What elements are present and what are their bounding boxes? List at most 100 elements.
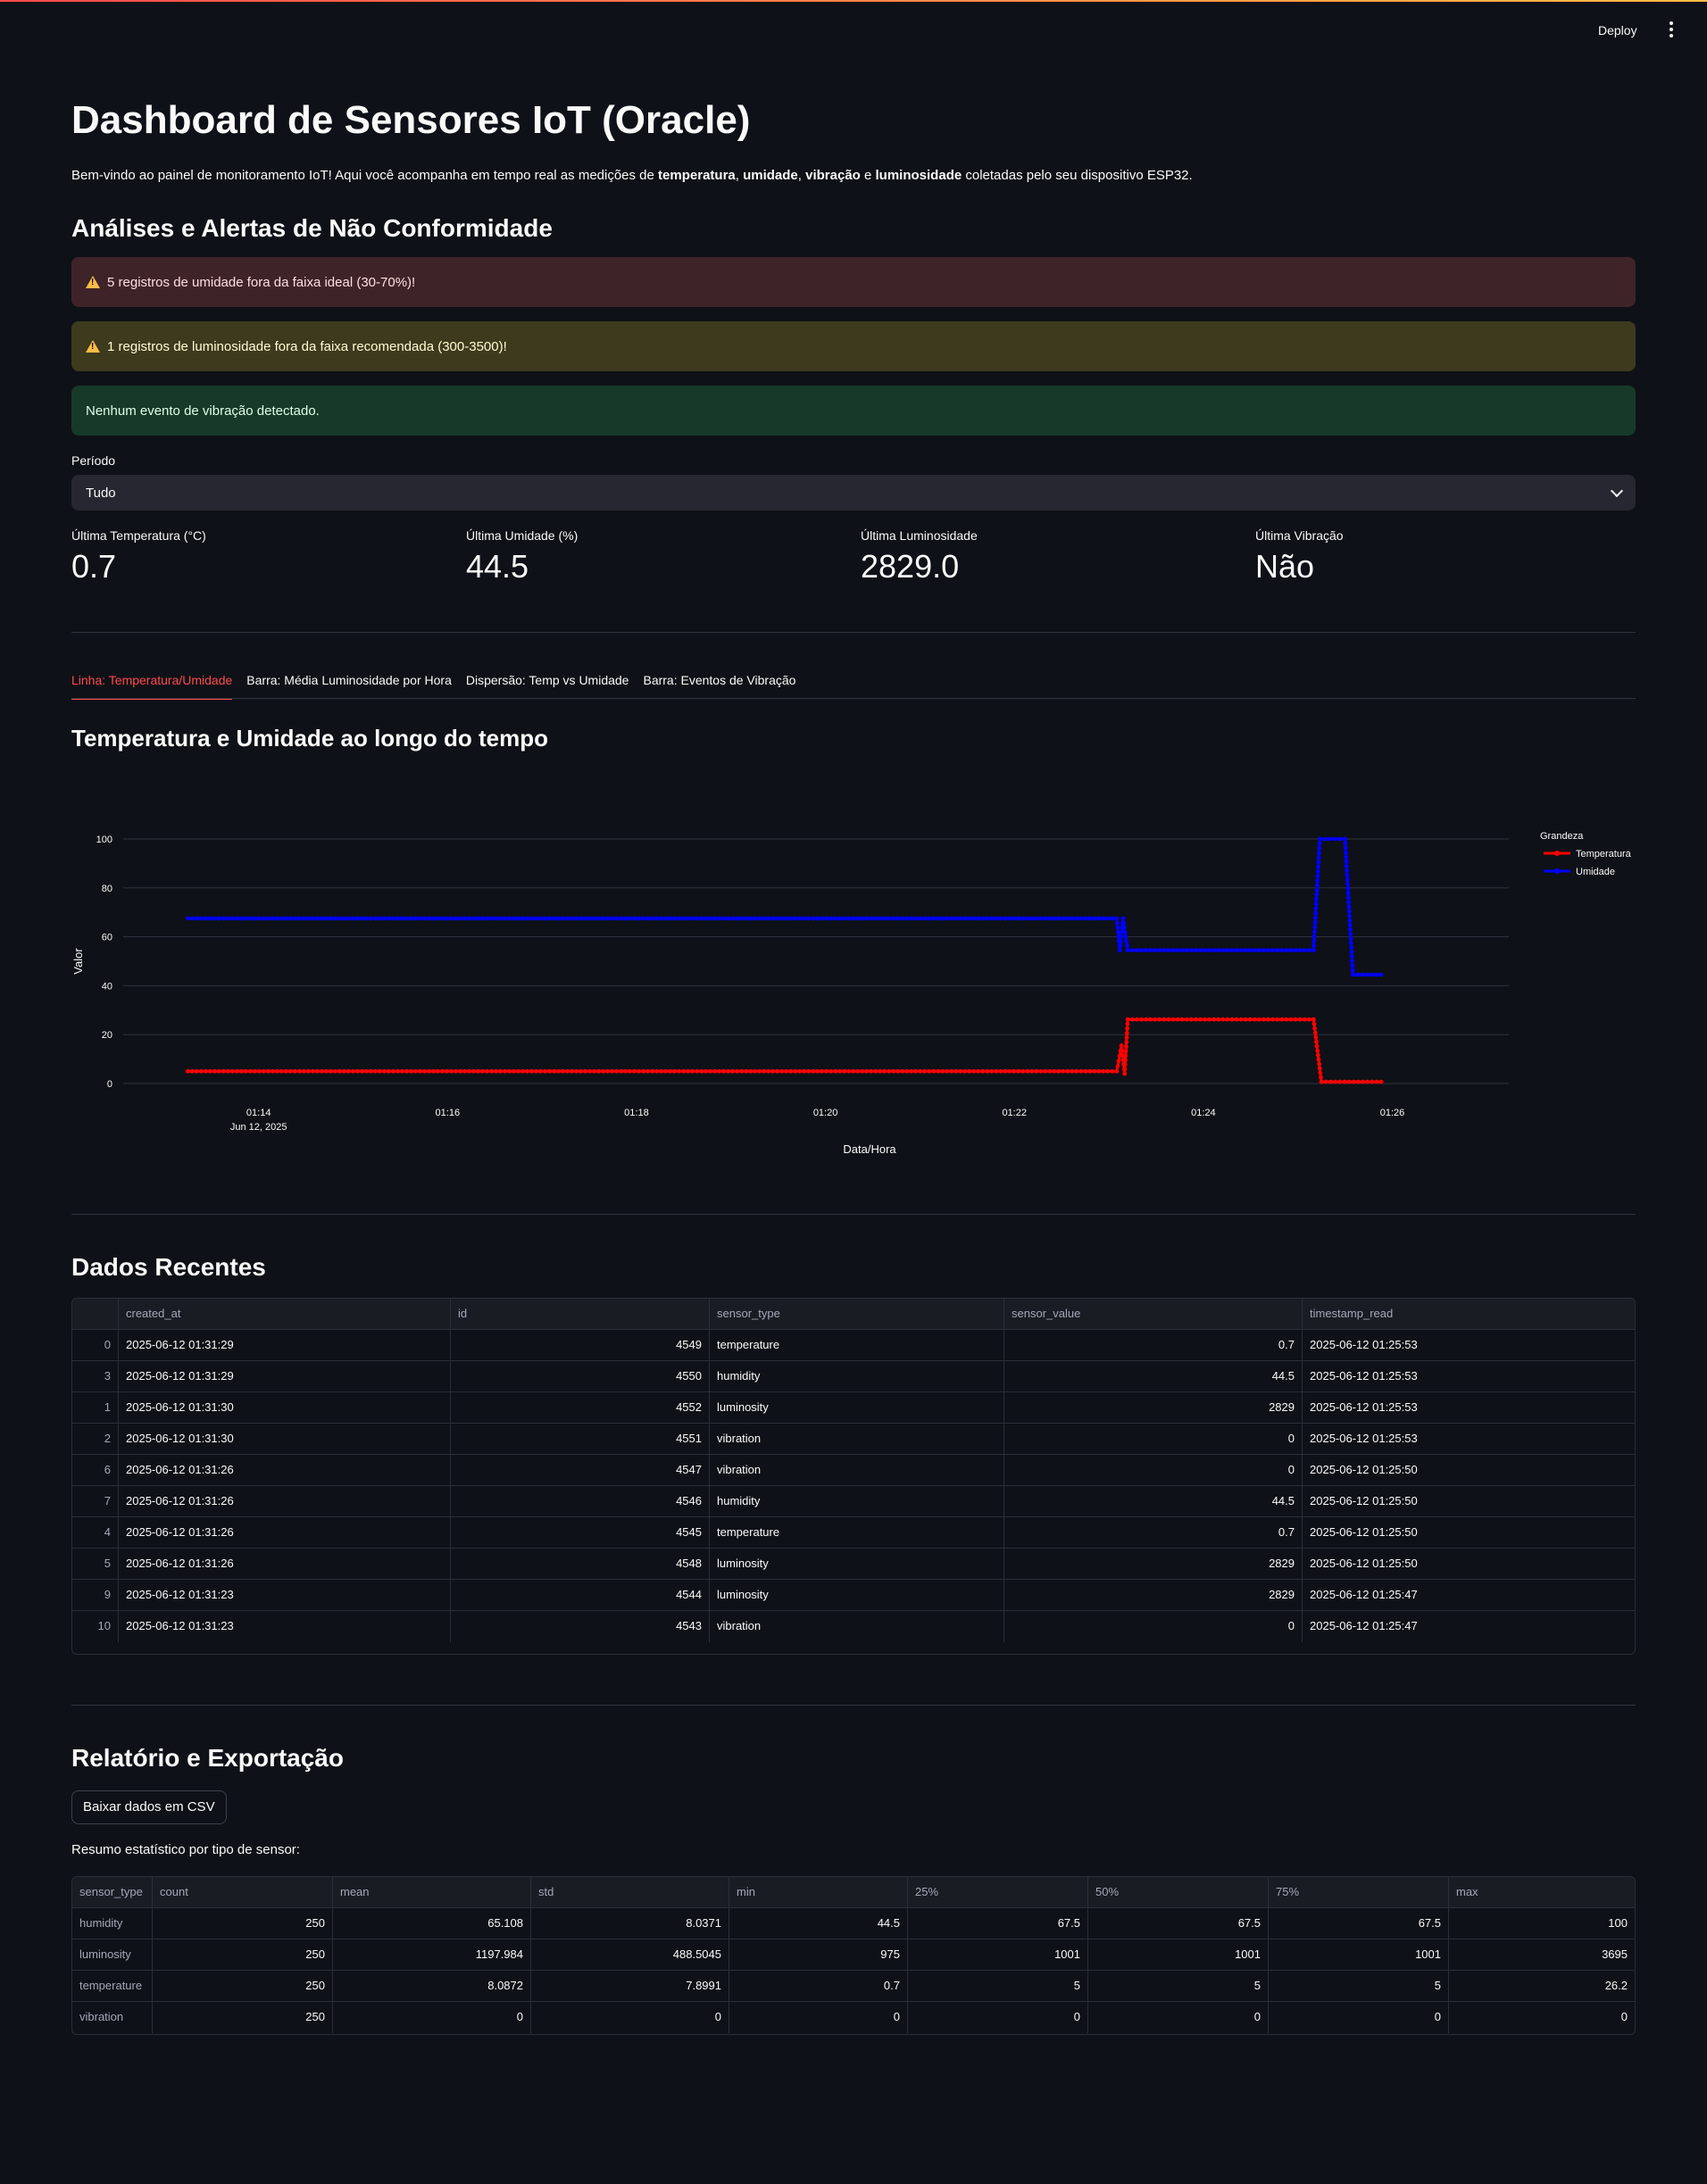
column-header[interactable]: sensor_type [710,1299,1004,1329]
data-point [1025,916,1030,921]
data-point [1355,972,1361,977]
column-header[interactable]: sensor_value [1004,1299,1303,1329]
table-row[interactable]: vibration 250 0 0 0 0 0 0 0 [72,2002,1635,2033]
tab-scatter[interactable]: Dispersão: Temp vs Umidade [466,673,629,700]
data-point [650,1068,654,1074]
column-header[interactable]: id [451,1299,710,1329]
table-row[interactable]: 7 2025-06-12 01:31:26 4546 humidity 44.5 2025… [72,1486,1635,1517]
data-point [198,1068,204,1074]
column-header[interactable]: sensor_type [72,1877,153,1907]
data-point [1047,1068,1053,1074]
table-row[interactable]: luminosity 250 1197.984 488.5045 975 1001 1001… [72,1939,1635,1971]
data-point [677,916,681,921]
table-cell: 0.7 [729,1971,908,2001]
kebab-menu-icon[interactable] [1668,21,1675,40]
table-row[interactable]: 10 2025-06-12 01:31:23 4543 vibration 0 2025-… [72,1611,1635,1642]
data-point [409,916,413,921]
table-cell: temperature [710,1330,1004,1360]
column-header[interactable]: created_at [119,1299,451,1329]
table-cell: luminosity [710,1392,1004,1423]
data-point [784,1068,789,1074]
data-point [1179,948,1185,953]
data-point [909,1068,914,1074]
data-point [587,916,592,921]
column-header[interactable]: min [729,1877,908,1907]
data-point [503,1068,507,1074]
download-csv-button[interactable]: Baixar dados em CSV [71,1790,227,1824]
column-header[interactable]: count [153,1877,333,1907]
column-header[interactable]: mean [333,1877,531,1907]
data-point [757,916,762,921]
column-header[interactable]: 25% [908,1877,1088,1907]
data-point [632,916,637,921]
data-point [668,916,672,921]
data-point [1007,1068,1012,1074]
table-row[interactable]: 2 2025-06-12 01:31:30 4551 vibration 0 2025-0… [72,1424,1635,1455]
table-cell: 3 [72,1361,119,1391]
tab-line-chart[interactable]: Linha: Temperatura/Umidade [71,673,233,700]
table-cell: 0 [333,2002,531,2033]
data-point [1346,1079,1352,1084]
table-row[interactable]: humidity 250 65.108 8.0371 44.5 67.5 67.5 67.5 1… [72,1908,1635,1939]
data-point [610,1068,614,1074]
data-point [641,916,645,921]
table-cell: 5 [908,1971,1088,2001]
data-point [252,1068,257,1074]
table-row[interactable]: 0 2025-06-12 01:31:29 4549 temperature 0.7 20… [72,1330,1635,1361]
deploy-button[interactable]: Deploy [1598,23,1637,37]
data-point [681,1068,687,1074]
data-point [712,1068,718,1074]
column-header[interactable]: timestamp_read [1303,1299,1635,1329]
table-row[interactable]: 6 2025-06-12 01:31:26 4547 vibration 0 2025-0… [72,1455,1635,1486]
data-point [422,916,427,921]
table-cell: humidity [710,1361,1004,1391]
data-point [913,1068,919,1074]
data-point [1115,1064,1120,1068]
data-point [887,916,892,921]
data-point [730,916,736,921]
data-point [292,1068,297,1074]
alert-luminosity: 1 registros de luminosidade fora da faix… [71,321,1636,371]
data-point [1056,1068,1062,1074]
table-row[interactable]: 4 2025-06-12 01:31:26 4545 temperature 0.7 20… [72,1517,1635,1549]
chevron-down-icon [1610,484,1624,498]
period-select[interactable]: Tudo [71,475,1636,511]
column-header[interactable]: 50% [1088,1877,1269,1907]
table-cell: 44.5 [729,1908,908,1939]
tab-luminosity-bar[interactable]: Barra: Média Luminosidade por Hora [246,673,452,700]
table-row[interactable]: 9 2025-06-12 01:31:23 4544 luminosity 2829 20… [72,1580,1635,1611]
table-row[interactable]: 3 2025-06-12 01:31:29 4550 humidity 44.5 2025… [72,1361,1635,1392]
data-point [690,1068,695,1074]
table-cell: 4546 [451,1486,710,1516]
table-cell: vibration [710,1424,1004,1454]
data-point [1344,854,1349,859]
table-cell: 2829 [1004,1580,1303,1610]
column-header[interactable]: std [531,1877,729,1907]
data-point [1350,967,1355,973]
data-point [189,1068,195,1074]
summary-table[interactable]: sensor_type count mean std min 25% 50% 75% max hu… [71,1876,1636,2035]
table-cell: 250 [153,1939,333,1970]
data-point [1114,1068,1120,1074]
data-point [305,916,311,921]
table-row[interactable]: 1 2025-06-12 01:31:30 4552 luminosity 2829 20… [72,1392,1635,1424]
data-point [1361,1079,1365,1084]
data-point [1315,1048,1320,1053]
data-point [1313,910,1319,916]
tab-vibration-bar[interactable]: Barra: Eventos de Vibração [643,673,795,700]
x-tick-label: 01:20 [813,1108,838,1118]
top-decoration-bar [0,0,1707,2]
table-cell: 975 [729,1939,908,1970]
column-header[interactable] [72,1299,119,1329]
data-point [1074,1068,1079,1074]
data-point [1266,1017,1270,1022]
recent-data-table[interactable]: created_at id sensor_type sensor_value times… [71,1298,1636,1655]
data-point [462,1068,467,1074]
data-point [270,1068,275,1074]
table-row[interactable]: temperature 250 8.0872 7.8991 0.7 5 5 5 26.2 [72,1971,1635,2002]
data-point [797,916,803,921]
data-point [739,1068,745,1074]
table-row[interactable]: 5 2025-06-12 01:31:26 4548 luminosity 2829 20… [72,1549,1635,1580]
column-header[interactable]: 75% [1269,1877,1449,1907]
column-header[interactable]: max [1449,1877,1635,1907]
